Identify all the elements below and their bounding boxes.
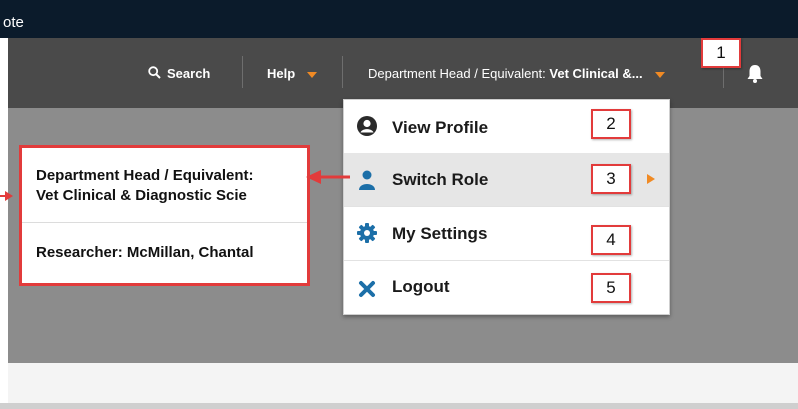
menu-item-label: Logout (392, 277, 450, 296)
edge-arrow-icon (0, 191, 13, 201)
help-label: Help (267, 66, 296, 81)
person-icon (359, 170, 375, 190)
help-menu[interactable]: Help (267, 66, 317, 81)
role-divider (22, 222, 307, 223)
gear-icon (357, 223, 377, 243)
bell-icon[interactable] (746, 64, 764, 84)
submenu-arrow-icon (647, 174, 655, 184)
role-option-line: Researcher: McMillan, Chantal (36, 244, 254, 261)
search-link[interactable]: Search (148, 66, 210, 81)
switch-role-submenu: Department Head / Equivalent: Vet Clinic… (19, 145, 310, 286)
role-option-researcher[interactable]: Researcher: McMillan, Chantal (36, 243, 254, 263)
callout-3: 3 (591, 164, 631, 194)
search-label: Search (167, 66, 211, 81)
role-value: Vet Clinical &... (549, 66, 643, 81)
callout-1: 1 (701, 38, 741, 68)
role-option-department-head[interactable]: Department Head / Equivalent: Vet Clinic… (36, 166, 254, 206)
help-caret-icon (306, 71, 317, 78)
left-margin (0, 38, 8, 403)
menu-item-label: Switch Role (392, 170, 489, 189)
top-title-text: ote (3, 14, 24, 31)
role-menu[interactable]: Department Head / Equivalent: Vet Clinic… (368, 66, 666, 81)
role-option-line: Vet Clinical & Diagnostic Scie (36, 187, 247, 204)
user-circle-icon (357, 116, 377, 136)
menu-item-label: My Settings (392, 224, 488, 243)
role-option-line: Department Head / Equivalent: (36, 167, 254, 184)
footer-strip (8, 363, 798, 403)
callout-5: 5 (591, 273, 631, 303)
callout-4: 4 (591, 225, 631, 255)
role-caret-icon (655, 71, 666, 78)
search-icon (148, 66, 161, 79)
callout-2: 2 (591, 109, 631, 139)
close-x-icon (359, 281, 375, 297)
top-title-bar: ote (0, 0, 798, 38)
nav-divider (242, 56, 243, 88)
bottom-bar (0, 403, 798, 409)
menu-item-label: View Profile (392, 118, 489, 137)
role-prefix: Department Head / Equivalent: (368, 66, 550, 81)
callout-arrow-icon (306, 170, 350, 184)
nav-divider (342, 56, 343, 88)
